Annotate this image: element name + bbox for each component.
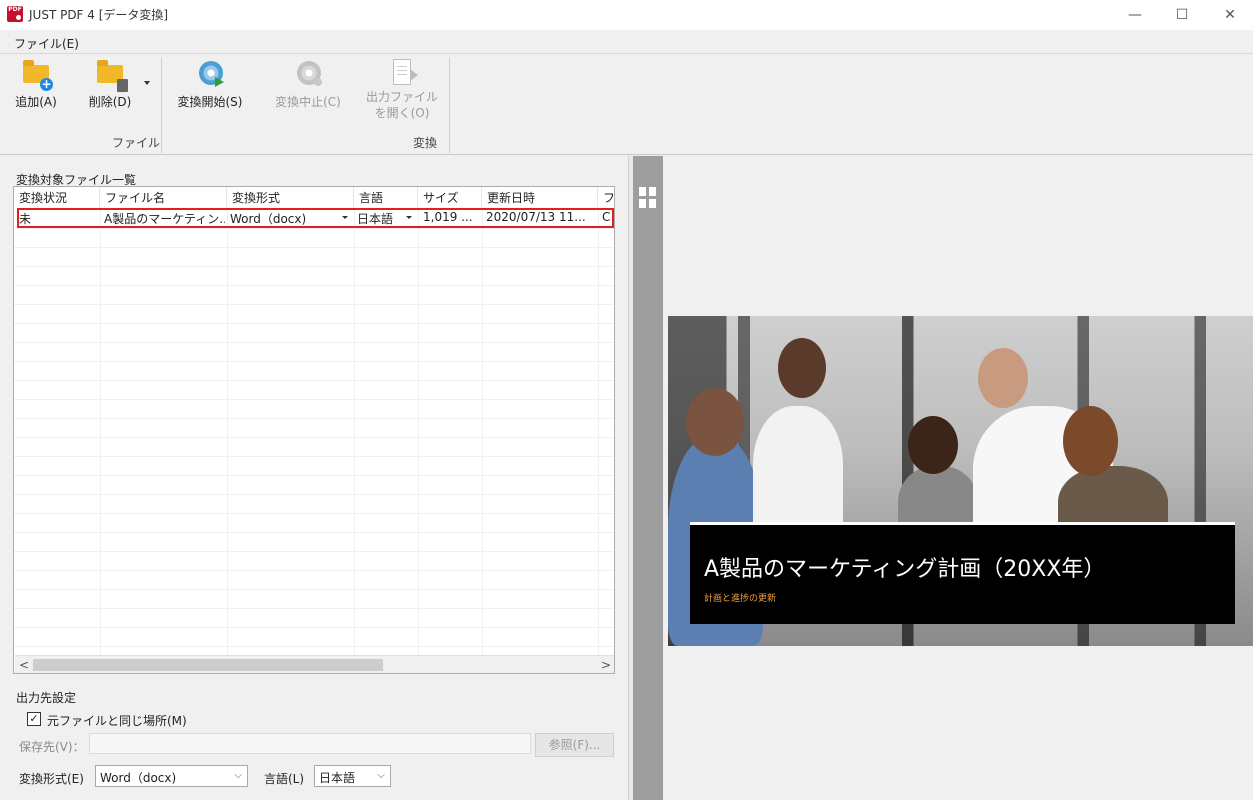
photo-person-head — [1063, 406, 1118, 476]
delete-dropdown-icon[interactable] — [144, 81, 150, 85]
chevron-down-icon[interactable] — [406, 216, 412, 219]
column-header-status[interactable]: 変換状況 — [14, 187, 100, 207]
scroll-right-icon[interactable]: > — [601, 658, 611, 672]
title-bar: PDF JUST PDF 4 [データ変換] — ☐ ✕ — [0, 0, 1253, 30]
chevron-down-icon[interactable] — [342, 216, 348, 219]
photo-person — [753, 406, 843, 536]
language-label: 言語(L) — [264, 772, 305, 786]
scroll-left-icon[interactable]: < — [19, 658, 29, 672]
column-header-format[interactable]: 変換形式 — [227, 187, 354, 207]
slide-subtitle: 計画と進捗の更新 — [704, 594, 777, 604]
chevron-down-icon: ⌵ — [377, 770, 385, 781]
add-button-label: 追加(A) — [15, 95, 57, 109]
folder-delete-icon — [95, 59, 128, 92]
maximize-button[interactable]: ☐ — [1157, 0, 1207, 30]
minimize-button[interactable]: — — [1110, 0, 1160, 30]
group-label-file: ファイル — [112, 136, 161, 150]
save-destination-input[interactable] — [89, 733, 531, 754]
convert-start-icon — [195, 59, 225, 87]
column-header-filename[interactable]: ファイル名 — [100, 187, 227, 207]
format-select[interactable]: Word（docx) ⌵ — [95, 765, 248, 787]
cell-status: 未 — [19, 212, 32, 226]
cell-modified: 2020/07/13 11... — [486, 210, 586, 224]
slide-title-box: A製品のマーケティング計画（20XX年） 計画と進捗の更新 — [690, 522, 1235, 624]
convert-stop-button[interactable]: 変換中止(C) — [268, 59, 348, 110]
preview-side-strip — [633, 156, 663, 800]
convert-start-label: 変換開始(S) — [177, 95, 243, 109]
language-select[interactable]: 日本語 ⌵ — [314, 765, 391, 787]
same-location-checkbox[interactable]: ✓ — [27, 712, 41, 726]
open-output-label-1: 出力ファイル — [365, 90, 438, 104]
ribbon: + 追加(A) 削除(D) ファイル 変換開始(S) 変換中止(C) 出力ファイ… — [0, 55, 1253, 155]
delete-button[interactable]: 削除(D) — [82, 59, 138, 110]
view-toggle-icon[interactable] — [639, 187, 657, 209]
window-title: JUST PDF 4 [データ変換] — [29, 8, 169, 22]
chevron-down-icon: ⌵ — [234, 770, 242, 781]
photo-person-head — [978, 348, 1028, 408]
slide-preview: A製品のマーケティング計画（20XX年） 計画と進捗の更新 — [668, 316, 1253, 646]
convert-stop-icon — [293, 59, 323, 87]
slide-title: A製品のマーケティング計画（20XX年） — [704, 557, 1106, 582]
file-list[interactable]: 変換状況 ファイル名 変換形式 言語 サイズ 更新日時 フ 未 A製品のマーケテ… — [13, 186, 615, 674]
column-header-size[interactable]: サイズ — [418, 187, 482, 207]
scrollbar-thumb[interactable] — [33, 659, 383, 671]
group-separator — [449, 57, 450, 153]
browse-button[interactable]: 参照(F)... — [535, 733, 614, 757]
photo-person-head — [908, 416, 958, 474]
photo-person-head — [778, 338, 826, 398]
close-button[interactable]: ✕ — [1205, 0, 1253, 30]
open-output-button[interactable]: 出力ファイル を開く(O) — [362, 59, 442, 121]
output-settings-title: 出力先設定 — [16, 691, 77, 705]
cell-language-dropdown[interactable]: 日本語 — [357, 210, 405, 227]
language-select-value: 日本語 — [319, 771, 356, 785]
cell-format-dropdown[interactable]: Word（docx) — [230, 210, 340, 227]
open-output-label-2: を開く(O) — [374, 106, 430, 120]
save-destination-label: 保存先(V)： — [19, 740, 85, 754]
cell-filename: A製品のマーケティン... — [104, 212, 225, 226]
column-header-language[interactable]: 言語 — [354, 187, 418, 207]
app-logo-text: PDF — [8, 6, 22, 13]
folder-add-icon: + — [21, 59, 53, 91]
menu-file[interactable]: ファイル(E) — [14, 35, 79, 52]
photo-person-head — [686, 388, 744, 456]
cell-extra: C — [602, 210, 611, 224]
add-button[interactable]: + 追加(A) — [8, 59, 64, 110]
same-location-label[interactable]: 元ファイルと同じ場所(M) — [47, 712, 187, 729]
convert-stop-label: 変換中止(C) — [275, 95, 341, 109]
app-logo-icon: PDF — [7, 6, 23, 22]
convert-start-button[interactable]: 変換開始(S) — [170, 59, 250, 110]
group-separator — [161, 57, 162, 153]
delete-button-label: 削除(D) — [88, 95, 132, 109]
format-label: 変換形式(E) — [19, 772, 84, 786]
menu-bar: ファイル(E) — [0, 30, 1253, 54]
open-output-icon — [387, 59, 418, 87]
column-header-extra[interactable]: フ — [598, 187, 614, 207]
cell-size: 1,019 ... — [423, 210, 473, 224]
horizontal-scrollbar[interactable]: < > — [15, 655, 614, 673]
column-header-modified[interactable]: 更新日時 — [482, 187, 598, 207]
format-select-value: Word（docx) — [100, 771, 177, 785]
group-label-convert: 変換 — [413, 136, 438, 150]
